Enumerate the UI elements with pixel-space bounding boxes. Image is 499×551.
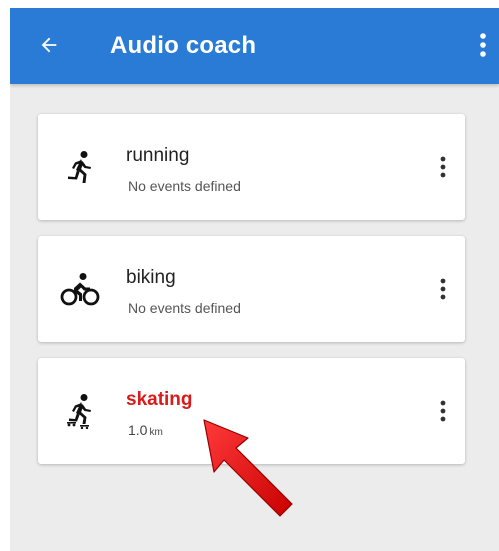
activity-card-running[interactable]: running No events defined bbox=[38, 114, 465, 220]
activity-menu-button[interactable] bbox=[431, 149, 455, 185]
activity-subtitle: No events defined bbox=[128, 178, 241, 194]
activity-icon bbox=[60, 391, 100, 431]
distance-unit: km bbox=[149, 427, 163, 438]
activity-menu-button[interactable] bbox=[431, 271, 455, 307]
distance-value: 1.0 bbox=[128, 422, 148, 438]
activity-card-biking[interactable]: biking No events defined bbox=[38, 236, 465, 342]
activity-distance: 1.0 km bbox=[128, 421, 163, 442]
running-person-icon bbox=[68, 151, 91, 183]
activity-menu-button[interactable] bbox=[431, 393, 455, 429]
activity-icon bbox=[60, 269, 100, 309]
activity-name: biking bbox=[126, 267, 176, 288]
more-vertical-icon bbox=[440, 400, 446, 422]
cyclist-icon bbox=[60, 273, 100, 306]
skater-icon bbox=[67, 394, 91, 429]
red-arrow-icon bbox=[203, 419, 293, 517]
activity-subtitle: No events defined bbox=[128, 300, 241, 316]
more-vertical-icon bbox=[480, 33, 486, 57]
app-screen: Audio coach running No events defined bi… bbox=[10, 8, 499, 551]
activity-icon bbox=[60, 147, 100, 187]
activity-name: running bbox=[126, 145, 190, 166]
app-bar: Audio coach bbox=[10, 8, 499, 84]
arrow-left-icon bbox=[41, 37, 57, 53]
back-button[interactable] bbox=[32, 28, 66, 62]
overflow-menu-button[interactable] bbox=[473, 28, 493, 62]
more-vertical-icon bbox=[440, 156, 446, 178]
activity-name: skating bbox=[126, 389, 193, 410]
page-title: Audio coach bbox=[110, 32, 257, 59]
more-vertical-icon bbox=[440, 278, 446, 300]
